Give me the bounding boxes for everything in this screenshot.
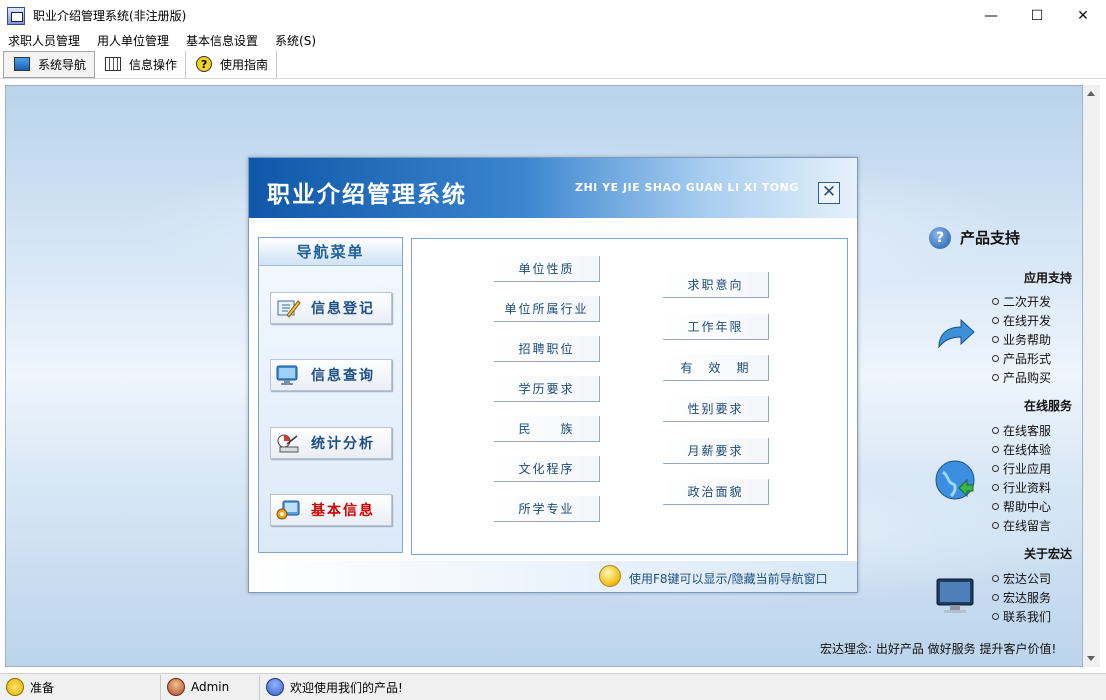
globe-icon (935, 460, 975, 500)
nav-item-statistics[interactable]: 统计分析 (270, 427, 392, 459)
title-bar: 职业介绍管理系统(非注册版) — ☐ ✕ (0, 0, 1106, 31)
link-online-support[interactable]: 在线客服 (992, 422, 1051, 439)
nav-item-label: 信息登记 (311, 301, 375, 317)
link-industry-data[interactable]: 行业资料 (992, 479, 1051, 496)
status-welcome: 欢迎使用我们的产品! (260, 675, 1106, 700)
link-product-purchase[interactable]: 产品购买 (992, 369, 1051, 386)
section-heading-about: 关于宏达 (1024, 547, 1073, 561)
option-ethnicity[interactable]: 民 族 (494, 416, 600, 442)
scroll-down-icon[interactable] (1087, 656, 1095, 661)
option-major[interactable]: 所学专业 (494, 496, 600, 522)
dialog-footer: 使用F8键可以显示/隐藏当前导航窗口 (249, 561, 857, 592)
link-online-message[interactable]: 在线留言 (992, 517, 1051, 534)
minimize-button[interactable]: — (968, 0, 1014, 31)
link-company[interactable]: 宏达公司 (992, 570, 1051, 587)
option-work-years[interactable]: 工作年限 (663, 314, 769, 340)
status-user: Admin (161, 674, 260, 700)
option-recruit-position[interactable]: 招聘职位 (494, 336, 600, 362)
close-window-button[interactable]: ✕ (1060, 0, 1106, 31)
app-icon (7, 6, 25, 25)
option-gender-req[interactable]: 性别要求 (663, 396, 769, 422)
status-user-text: Admin (191, 680, 230, 694)
monitor-icon (14, 57, 30, 71)
status-welcome-text: 欢迎使用我们的产品! (290, 680, 403, 695)
user-icon (167, 678, 185, 696)
computer-icon (936, 578, 974, 613)
toolbar-nav-label: 系统导航 (38, 57, 87, 72)
nav-item-info-query[interactable]: 信息查询 (270, 359, 392, 391)
option-political-status[interactable]: 政治面貌 (663, 479, 769, 505)
link-online-dev[interactable]: 在线开发 (992, 312, 1051, 329)
link-contact-us[interactable]: 联系我们 (992, 608, 1051, 625)
option-unit-nature[interactable]: 单位性质 (494, 256, 600, 282)
company-slogan: 宏达理念: 出好产品 做好服务 提升客户价值! (820, 642, 1057, 656)
toolbar-guide-label: 使用指南 (220, 57, 269, 72)
help-icon: ? (196, 56, 213, 72)
users-icon (266, 678, 284, 696)
navigation-dialog: 职业介绍管理系统 ZHI YE JIE SHAO GUAN LI XI TONG… (248, 157, 858, 593)
arrow-icon (938, 318, 975, 349)
question-icon: ? (929, 227, 951, 249)
nav-item-label: 统计分析 (311, 436, 375, 452)
status-ready-text: 准备 (30, 680, 55, 695)
link-services[interactable]: 宏达服务 (992, 589, 1051, 606)
dialog-title: 职业介绍管理系统 (267, 182, 467, 208)
nav-item-basic-info[interactable]: 基本信息 (270, 494, 392, 526)
option-salary-req[interactable]: 月薪要求 (663, 438, 769, 464)
option-education[interactable]: 学历要求 (494, 376, 600, 402)
link-online-trial[interactable]: 在线体验 (992, 441, 1051, 458)
option-culture-level[interactable]: 文化程序 (494, 456, 600, 482)
lightbulb-icon (599, 565, 621, 587)
status-bar: 准备 Admin 欢迎使用我们的产品! (0, 673, 1106, 700)
section-heading-app-support: 应用支持 (1024, 271, 1073, 285)
lightbulb-icon (6, 678, 24, 696)
link-help-center[interactable]: 帮助中心 (992, 498, 1051, 515)
nav-menu-panel: 导航菜单 信息登记 信息查询 统计分析 基本信息 (258, 237, 403, 553)
option-validity[interactable]: 有 效 期 (663, 355, 769, 381)
nav-item-info-register[interactable]: 信息登记 (270, 292, 392, 324)
option-job-intention[interactable]: 求职意向 (663, 272, 769, 298)
nav-item-label: 基本信息 (311, 503, 375, 519)
pencil-icon (275, 297, 301, 319)
support-title: 产品支持 (960, 229, 1021, 247)
scroll-up-icon[interactable] (1087, 91, 1095, 96)
menu-system[interactable]: 系统(S) (267, 32, 325, 49)
chart-icon (275, 432, 301, 454)
section-heading-online-service: 在线服务 (1024, 399, 1073, 413)
link-product-form[interactable]: 产品形式 (992, 350, 1051, 367)
link-secondary-dev[interactable]: 二次开发 (992, 293, 1051, 310)
nav-item-label: 信息查询 (311, 368, 375, 384)
menu-job-seekers[interactable]: 求职人员管理 (0, 32, 89, 49)
dialog-close-button[interactable]: ✕ (818, 182, 840, 204)
settings-icon (275, 499, 301, 521)
option-unit-industry[interactable]: 单位所属行业 (494, 296, 600, 322)
dialog-pinyin: ZHI YE JIE SHAO GUAN LI XI TONG (575, 181, 799, 194)
options-panel: 单位性质 单位所属行业 招聘职位 学历要求 民 族 文化程序 所学专业 求职意向… (411, 238, 848, 555)
window-controls: — ☐ ✕ (968, 0, 1106, 31)
link-business-help[interactable]: 业务帮助 (992, 331, 1051, 348)
link-industry-app[interactable]: 行业应用 (992, 460, 1051, 477)
toolbar-nav-button[interactable]: 系统导航 (3, 50, 96, 78)
menu-basic-settings[interactable]: 基本信息设置 (178, 32, 267, 49)
toolbar-guide-button[interactable]: ? 使用指南 (186, 50, 278, 78)
toolbar-info-ops-label: 信息操作 (129, 57, 178, 72)
toolbar: 系统导航 信息操作 ? 使用指南 (0, 50, 1106, 79)
status-ready: 准备 (0, 674, 161, 700)
menu-employers[interactable]: 用人单位管理 (89, 32, 178, 49)
dialog-header: 职业介绍管理系统 ZHI YE JIE SHAO GUAN LI XI TONG… (249, 158, 857, 218)
dialog-footer-tip: 使用F8键可以显示/隐藏当前导航窗口 (629, 572, 828, 586)
nav-menu-heading: 导航菜单 (259, 238, 402, 266)
toolbar-info-ops-button[interactable]: 信息操作 (95, 50, 187, 78)
vertical-scrollbar[interactable] (1083, 85, 1100, 667)
grid-icon (105, 57, 122, 71)
window-title: 职业介绍管理系统(非注册版) (33, 9, 187, 23)
maximize-button[interactable]: ☐ (1014, 0, 1060, 31)
monitor-icon (275, 364, 301, 386)
menu-bar: 求职人员管理 用人单位管理 基本信息设置 系统(S) (0, 31, 1106, 50)
